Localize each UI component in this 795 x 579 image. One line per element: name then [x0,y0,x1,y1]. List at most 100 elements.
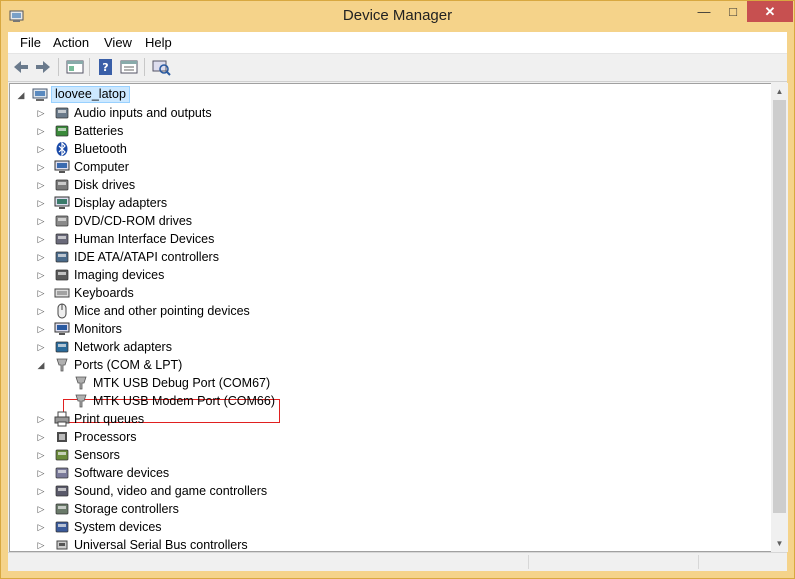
tree-category-system-device[interactable]: ▷ System devices [36,518,436,536]
ide-controller-icon [55,251,69,263]
tree-category-label: Software devices [74,466,170,480]
tree-category-label: Storage controllers [74,502,179,516]
menu-help[interactable]: Help [145,35,172,50]
status-bar [8,552,787,571]
vertical-scrollbar[interactable]: ▲ ▼ [771,83,788,552]
tree-category-label: Universal Serial Bus controllers [74,538,248,552]
expand-icon[interactable]: ▷ [36,194,46,212]
audio-icon [55,107,69,119]
tree-category-bluetooth[interactable]: ▷ Bluetooth [36,140,436,158]
view-options-icon[interactable] [119,58,139,76]
svg-text:?: ? [102,61,108,74]
system-device-icon [55,521,69,533]
menu-file[interactable]: File [20,35,41,50]
client-area: File Action View Help ? ◢ loovee_latop ▷… [8,32,788,571]
expand-icon[interactable]: ▷ [36,140,46,158]
tree-category-label: Processors [74,430,137,444]
scroll-thumb[interactable] [773,100,786,513]
expand-icon[interactable]: ▷ [36,428,46,446]
expand-icon[interactable]: ▷ [36,284,46,302]
expand-icon[interactable]: ▷ [36,122,46,140]
device-tree[interactable]: ◢ loovee_latop ▷ Audio inputs and outputs… [9,83,772,552]
expand-icon[interactable]: ▷ [36,482,46,500]
tree-device-item[interactable]: MTK USB Debug Port (COM67) [55,374,355,392]
tree-category-ide-controller[interactable]: ▷ IDE ATA/ATAPI controllers [36,248,436,266]
tree-category-computer[interactable]: ▷ Computer [36,158,436,176]
monitor-icon [54,322,70,335]
processor-icon [57,432,67,442]
port-icon [75,394,87,408]
scroll-down-icon[interactable]: ▼ [771,535,788,552]
expand-icon[interactable]: ▷ [36,230,46,248]
tree-category-network[interactable]: ▷ Network adapters [36,338,436,356]
tree-category-label: Imaging devices [74,268,165,282]
expand-icon[interactable]: ▷ [36,410,46,428]
tree-category-display-adapter[interactable]: ▷ Display adapters [36,194,436,212]
tree-category-software-device[interactable]: ▷ Software devices [36,464,436,482]
tree-category-label: Human Interface Devices [74,232,215,246]
tree-category-usb[interactable]: ▷ Universal Serial Bus controllers [36,536,436,552]
tree-category-label: Bluetooth [74,142,127,156]
disk-drive-icon [55,179,69,191]
tree-category-dvd-drive[interactable]: ▷ DVD/CD-ROM drives [36,212,436,230]
tree-category-mouse[interactable]: ▷ Mice and other pointing devices [36,302,436,320]
back-icon[interactable] [11,58,31,76]
tree-category-keyboard[interactable]: ▷ Keyboards [36,284,436,302]
tree-category-port[interactable]: ◢ Ports (COM & LPT) [36,356,436,374]
menu-action[interactable]: Action [53,35,89,50]
tree-category-storage-controller[interactable]: ▷ Storage controllers [36,500,436,518]
sensor-icon [55,449,69,461]
expand-icon[interactable]: ▷ [36,320,46,338]
printer-icon [54,411,70,427]
properties-pane-icon[interactable] [65,58,85,76]
close-button[interactable]: ✕ [747,1,793,22]
tree-category-label: Computer [74,160,129,174]
tree-category-printer[interactable]: ▷ Print queues [36,410,436,428]
tree-category-label: Batteries [74,124,124,138]
expand-icon[interactable]: ▷ [36,464,46,482]
tree-device-item[interactable]: MTK USB Modem Port (COM66) [55,392,355,410]
expand-icon[interactable]: ▷ [36,248,46,266]
tree-root[interactable]: ◢ loovee_latop [16,86,216,104]
help-icon[interactable]: ? [96,58,116,76]
tree-category-label: Audio inputs and outputs [74,106,212,120]
expand-icon[interactable]: ▷ [36,176,46,194]
tree-category-label: Sound, video and game controllers [74,484,268,498]
expand-icon[interactable]: ▷ [36,518,46,536]
tree-category-monitor[interactable]: ▷ Monitors [36,320,436,338]
expand-icon[interactable]: ▷ [36,500,46,518]
expand-icon[interactable]: ▷ [36,104,46,122]
expand-icon[interactable]: ▷ [36,446,46,464]
forward-icon[interactable] [33,58,53,76]
expand-icon[interactable]: ▷ [36,536,46,551]
tree-category-battery[interactable]: ▷ Batteries [36,122,436,140]
tree-category-camera[interactable]: ▷ Imaging devices [36,266,436,284]
menu-view[interactable]: View [104,35,132,50]
expand-icon[interactable]: ▷ [36,338,46,356]
expand-icon[interactable]: ▷ [36,158,46,176]
minimize-button[interactable]: — [689,1,719,22]
tree-category-processor[interactable]: ▷ Processors [36,428,436,446]
tree-category-sensor[interactable]: ▷ Sensors [36,446,436,464]
tree-category-speaker[interactable]: ▷ Sound, video and game controllers [36,482,436,500]
expand-icon[interactable]: ▷ [36,302,46,320]
tree-category-disk-drive[interactable]: ▷ Disk drives [36,176,436,194]
collapse-icon[interactable]: ◢ [16,86,26,104]
maximize-button[interactable]: □ [719,1,747,22]
toolbar-separator [58,58,59,76]
scroll-up-icon[interactable]: ▲ [771,83,788,100]
expand-icon[interactable]: ▷ [36,266,46,284]
tree-category-label: Sensors [74,448,120,462]
tree-category-audio[interactable]: ▷ Audio inputs and outputs [36,104,436,122]
port-icon [56,358,68,372]
scan-hardware-icon[interactable] [151,58,171,76]
collapse-icon[interactable]: ◢ [36,356,46,374]
device-manager-window: Device Manager — □ ✕ File Action View He… [0,0,795,579]
expand-icon[interactable]: ▷ [36,212,46,230]
computer-root-icon [32,88,48,101]
keyboard-icon [54,288,70,298]
toolbar-separator [144,58,145,76]
tree-category-label: DVD/CD-ROM drives [74,214,193,228]
title-bar[interactable]: Device Manager — □ ✕ [1,1,794,32]
tree-category-hid[interactable]: ▷ Human Interface Devices [36,230,436,248]
